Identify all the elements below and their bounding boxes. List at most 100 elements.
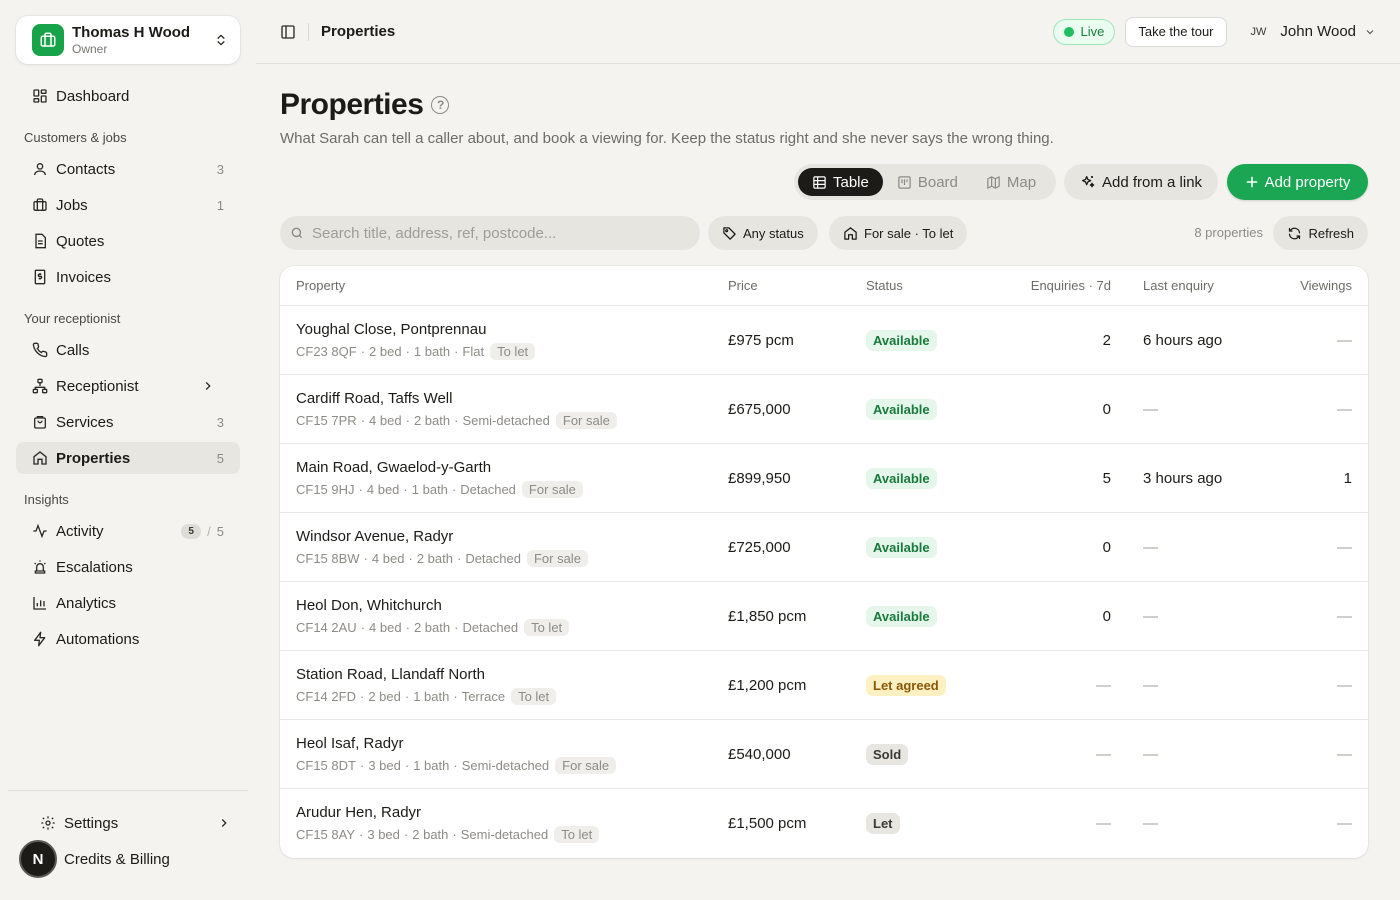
meta-separator: · <box>454 343 459 359</box>
view-tab-label: Table <box>833 173 869 191</box>
table-row[interactable]: Station Road, Llandaff North CF14 2FD · 2 … <box>280 651 1368 720</box>
property-meta: CF14 2FD · 2 bed · 1 bath · Terrace To let <box>296 687 557 705</box>
nav-section-insights: Insights <box>24 492 69 507</box>
refresh-button[interactable]: Refresh <box>1273 216 1368 250</box>
nav-label: Properties <box>56 449 131 467</box>
table-row[interactable]: Cardiff Road, Taffs Well CF15 7PR · 4 bed ·… <box>280 375 1368 444</box>
property-meta: CF15 9HJ · 4 bed · 1 bath · Detached For sale <box>296 480 583 498</box>
table-row[interactable]: Heol Isaf, Radyr CF15 8DT · 3 bed · 1 bath · S… <box>280 720 1368 789</box>
avatar[interactable]: N <box>19 840 57 878</box>
nav-item-quotes[interactable]: Quotes <box>16 225 240 257</box>
user-menu[interactable]: JW John Wood <box>1251 23 1377 40</box>
type-filter-chip[interactable]: For sale · To let <box>829 216 968 250</box>
nav-label: Jobs <box>56 196 88 214</box>
dashboard-icon <box>32 88 48 104</box>
listing-type-tag: To let <box>554 826 600 843</box>
table-row[interactable]: Main Road, Gwaelod-y-Garth CF15 9HJ · 4 be… <box>280 444 1368 513</box>
nav-item-receptionist[interactable]: Receptionist <box>16 370 240 402</box>
nav-label: Activity <box>56 522 104 540</box>
nav-item-settings[interactable]: Settings <box>24 807 240 839</box>
enquiries-cell: 0 <box>1102 400 1111 418</box>
nav-label: Services <box>56 413 114 431</box>
properties-count: 8 properties <box>1194 225 1263 240</box>
nav-item-properties[interactable]: Properties 5 <box>16 442 240 474</box>
meta-separator: · <box>405 619 410 635</box>
viewings-cell: — <box>1337 745 1352 763</box>
column-header-price[interactable]: Price <box>728 278 758 293</box>
nav-item-automations[interactable]: Automations <box>16 623 240 655</box>
account-switcher[interactable]: Thomas H Wood Owner <box>16 16 240 64</box>
bar-chart-icon <box>32 595 48 611</box>
view-tab-board[interactable]: Board <box>883 168 972 196</box>
view-tab-table[interactable]: Table <box>798 168 883 196</box>
status-cell: Let agreed <box>866 651 946 719</box>
tag-icon <box>722 226 737 241</box>
nav-item-contacts[interactable]: Contacts 3 <box>16 153 240 185</box>
refresh-icon <box>1287 226 1302 241</box>
property-meta: CF15 8DT · 3 bed · 1 bath · Semi-detached For s… <box>296 756 617 774</box>
properties-table: Property Price Status Enquiries · 7d Las… <box>280 266 1368 858</box>
help-icon[interactable]: ? <box>431 96 450 114</box>
nav-label: Receptionist <box>56 377 139 395</box>
table-row[interactable]: Windsor Avenue, Radyr CF15 8BW · 4 bed · 2 b… <box>280 513 1368 582</box>
column-header-property[interactable]: Property <box>296 278 345 293</box>
property-meta: CF15 7PR · 4 bed · 2 bath · Semi-detached For s… <box>296 411 617 429</box>
property-title: Arudur Hen, Radyr <box>296 804 422 821</box>
nav-item-activity[interactable]: Activity 5 / 5 <box>16 515 240 547</box>
sidebar-toggle-icon[interactable] <box>280 24 296 40</box>
nav-item-services[interactable]: Services 3 <box>16 406 240 438</box>
last-enquiry-cell: — <box>1143 607 1158 625</box>
last-enquiry-cell: — <box>1143 745 1158 763</box>
property-cell: Heol Don, Whitchurch CF14 2AU · 4 bed · 2 ba… <box>296 582 570 650</box>
property-title: Youghal Close, Pontprennau <box>296 320 487 338</box>
live-status-badge: Live <box>1053 18 1116 45</box>
price-cell: £1,500 pcm <box>728 815 807 832</box>
view-tab-map[interactable]: Map <box>972 168 1050 196</box>
lightning-icon <box>32 631 48 647</box>
property-title: Windsor Avenue, Radyr <box>296 527 454 545</box>
meta-separator: · <box>359 688 365 704</box>
table-body: Youghal Close, Pontprennau CF23 8QF · 2 be… <box>280 306 1368 858</box>
table-row[interactable]: Heol Don, Whitchurch CF14 2AU · 4 bed · 2 ba… <box>280 582 1368 651</box>
search-icon <box>290 226 304 240</box>
nav-item-billing[interactable]: N Credits & Billing <box>19 840 240 878</box>
nav-label: Calls <box>56 341 90 359</box>
take-tour-button[interactable]: Take the tour <box>1125 16 1227 47</box>
nav-item-invoices[interactable]: Invoices <box>16 261 240 293</box>
status-badge: Available <box>866 536 937 558</box>
nav-item-escalations[interactable]: Escalations <box>16 551 240 583</box>
meta-separator: · <box>360 619 366 635</box>
add-from-link-button[interactable]: Add from a link <box>1064 164 1219 200</box>
table-row[interactable]: Arudur Hen, Radyr CF15 8AY · 3 bed · 2 bath ·… <box>280 789 1368 858</box>
nav-item-analytics[interactable]: Analytics <box>16 587 240 619</box>
property-beds: 3 bed <box>368 757 401 773</box>
property-type: Semi-detached <box>460 827 549 842</box>
table-row[interactable]: Youghal Close, Pontprennau CF23 8QF · 2 be… <box>280 306 1368 375</box>
property-beds: 4 bed <box>369 619 402 635</box>
siren-icon <box>32 559 48 575</box>
live-label: Live <box>1080 24 1105 39</box>
refresh-label: Refresh <box>1308 225 1354 241</box>
column-header-status[interactable]: Status <box>866 278 903 293</box>
nav-label: Contacts <box>56 160 116 178</box>
property-postcode: CF15 9HJ <box>296 481 355 497</box>
search-input[interactable] <box>312 224 682 242</box>
user-icon <box>32 161 48 177</box>
column-header-enquiries[interactable]: Enquiries · 7d <box>1031 278 1111 293</box>
property-baths: 1 bath <box>413 343 451 359</box>
property-meta: CF23 8QF · 2 bed · 1 bath · Flat To let <box>296 342 536 360</box>
enquiries-cell: — <box>1096 745 1111 763</box>
add-property-button[interactable]: Add property <box>1227 164 1368 200</box>
nav-item-calls[interactable]: Calls <box>16 334 240 366</box>
nav-label: Settings <box>64 814 119 832</box>
viewings-cell: — <box>1337 538 1352 556</box>
property-cell: Heol Isaf, Radyr CF15 8DT · 3 bed · 1 bath · S… <box>296 720 617 788</box>
property-postcode: CF23 8QF <box>296 343 357 359</box>
nav-label: Invoices <box>56 268 112 286</box>
nav-item-dashboard[interactable]: Dashboard <box>16 80 240 112</box>
status-filter-chip[interactable]: Any status <box>708 216 818 250</box>
column-header-viewings[interactable]: Viewings <box>1300 278 1352 293</box>
column-header-last-enquiry[interactable]: Last enquiry <box>1143 278 1214 293</box>
property-title: Heol Isaf, Radyr <box>296 734 404 752</box>
nav-item-jobs[interactable]: Jobs 1 <box>16 189 240 221</box>
